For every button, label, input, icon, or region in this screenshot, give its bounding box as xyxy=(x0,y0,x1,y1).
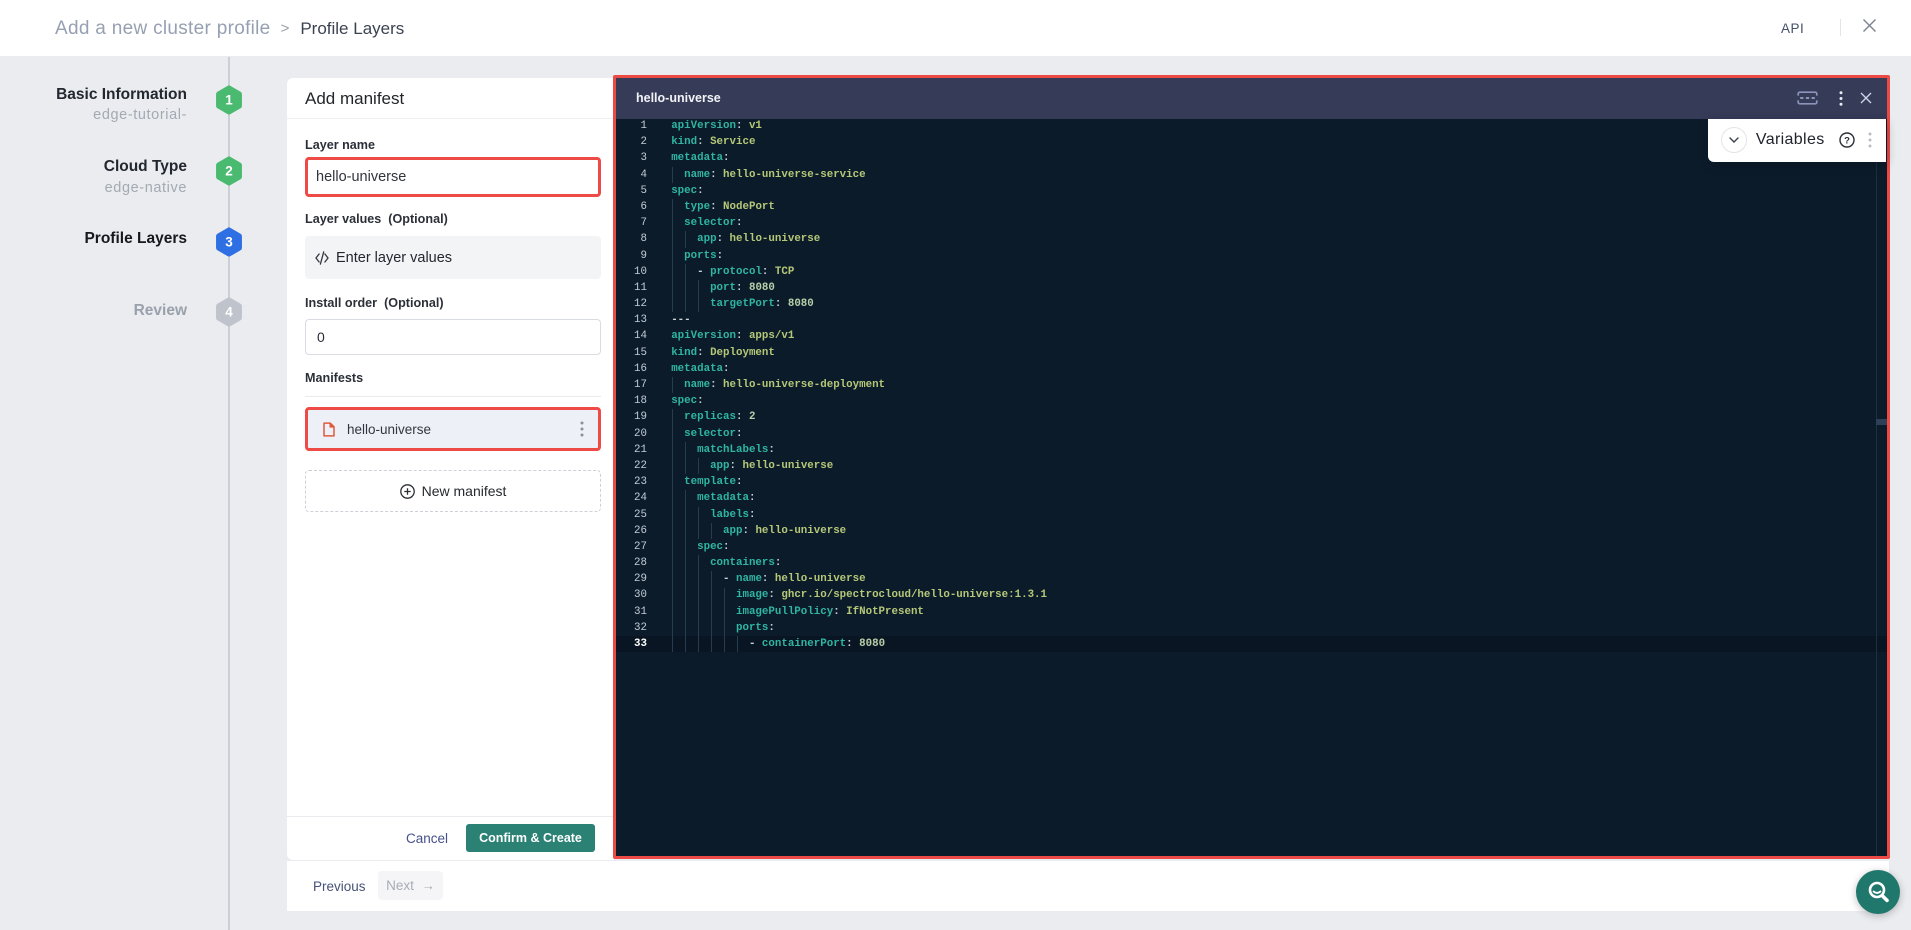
svg-text:2: 2 xyxy=(225,164,233,179)
svg-text:4: 4 xyxy=(225,305,233,320)
svg-text:3: 3 xyxy=(225,235,233,250)
svg-text:1: 1 xyxy=(225,93,233,108)
svg-text:?: ? xyxy=(1844,135,1850,146)
